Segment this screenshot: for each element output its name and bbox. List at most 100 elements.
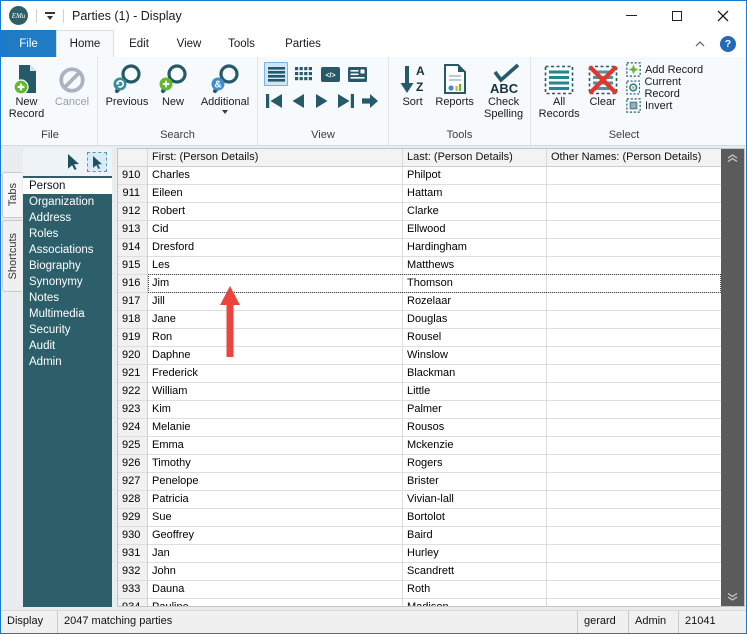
table-row[interactable]: 932JohnScandrett	[118, 563, 721, 581]
table-row[interactable]: 931JanHurley	[118, 545, 721, 563]
side-tab-tabs[interactable]: Tabs	[2, 172, 22, 218]
table-row[interactable]: 912RobertClarke	[118, 203, 721, 221]
search-previous-button[interactable]: Previous	[102, 59, 152, 108]
sidebar-toolbar	[23, 148, 112, 176]
select-mode-icon[interactable]	[87, 152, 107, 172]
clear-selection-button[interactable]: Clear	[583, 59, 622, 108]
tab-view[interactable]: View	[164, 30, 214, 57]
grid-view-toggle[interactable]	[291, 62, 315, 86]
all-records-button[interactable]: All Records	[535, 59, 583, 120]
table-row[interactable]: 925EmmaMckenzie	[118, 437, 721, 455]
tab-parties[interactable]: Parties	[269, 30, 337, 57]
vertical-scrollbar[interactable]	[721, 149, 744, 606]
new-record-button[interactable]: New Record	[3, 59, 50, 120]
table-row[interactable]: 916JimThomson	[118, 275, 721, 293]
sidebar-item-biography[interactable]: Biography	[23, 258, 112, 274]
reports-button[interactable]: Reports	[432, 59, 477, 108]
table-row[interactable]: 917JillRozelaar	[118, 293, 721, 311]
table-row[interactable]: 927PenelopeBrister	[118, 473, 721, 491]
header-first-name[interactable]: First: (Person Details)	[148, 149, 403, 167]
table-row[interactable]: 933DaunaRoth	[118, 581, 721, 599]
sidebar-item-person[interactable]: Person	[23, 178, 112, 194]
current-record-button[interactable]: Current Record	[626, 80, 717, 95]
list-view-icon	[268, 67, 285, 82]
table-row[interactable]: 920DaphneWinslow	[118, 347, 721, 365]
table-row[interactable]: 930GeoffreyBaird	[118, 527, 721, 545]
sidebar-item-roles[interactable]: Roles	[23, 226, 112, 242]
cancel-button[interactable]: Cancel	[50, 59, 94, 108]
table-row[interactable]: 924MelanieRousos	[118, 419, 721, 437]
collapse-ribbon-icon[interactable]	[694, 40, 706, 48]
sidebar-item-organization[interactable]: Organization	[23, 194, 112, 210]
tab-edit[interactable]: Edit	[114, 30, 164, 57]
sidebar-item-address[interactable]: Address	[23, 210, 112, 226]
last-name-cell: Baird	[403, 527, 547, 545]
cursor-arrow-icon[interactable]	[67, 154, 80, 170]
table-row[interactable]: 934PaulineMadison	[118, 599, 721, 606]
sidebar-item-audit[interactable]: Audit	[23, 338, 112, 354]
scroll-up-icon[interactable]	[727, 154, 738, 162]
first-name-cell: Pauline	[148, 599, 403, 606]
invert-selection-button[interactable]: Invert	[626, 98, 717, 113]
code-view-toggle[interactable]: </>	[318, 62, 342, 86]
next-record-button[interactable]	[312, 92, 332, 110]
header-row-number[interactable]	[118, 149, 148, 167]
table-row[interactable]: 918JaneDouglas	[118, 311, 721, 329]
check-spelling-button[interactable]: ABC Check Spelling	[477, 59, 530, 120]
row-number-cell: 916	[118, 275, 148, 293]
new-record-icon	[11, 63, 42, 95]
list-view-toggle[interactable]	[264, 62, 288, 86]
table-row[interactable]: 926TimothyRogers	[118, 455, 721, 473]
table-row[interactable]: 922WilliamLittle	[118, 383, 721, 401]
ribbon-group-select: All Records Clear Add Record	[531, 57, 717, 145]
emu-logo-icon[interactable]: EMu	[9, 6, 28, 25]
table-row[interactable]: 910CharlesPhilpot	[118, 167, 721, 185]
sidebar-item-notes[interactable]: Notes	[23, 290, 112, 306]
other-names-cell	[547, 473, 721, 491]
other-names-cell	[547, 239, 721, 257]
row-number-cell: 922	[118, 383, 148, 401]
table-row[interactable]: 923KimPalmer	[118, 401, 721, 419]
form-view-toggle[interactable]	[345, 62, 369, 86]
first-name-cell: William	[148, 383, 403, 401]
first-record-button[interactable]	[264, 92, 284, 110]
sort-button[interactable]: A Z Sort	[393, 59, 432, 108]
help-icon[interactable]: ?	[720, 36, 736, 52]
previous-record-button[interactable]	[288, 92, 308, 110]
table-row[interactable]: 913CidEllwood	[118, 221, 721, 239]
sidebar-item-admin[interactable]: Admin	[23, 354, 112, 370]
side-tab-shortcuts[interactable]: Shortcuts	[2, 220, 22, 292]
other-names-cell	[547, 419, 721, 437]
header-last-name[interactable]: Last: (Person Details)	[403, 149, 547, 167]
table-row[interactable]: 929SueBortolot	[118, 509, 721, 527]
maximize-button[interactable]	[654, 1, 700, 30]
minimize-button[interactable]	[608, 1, 654, 30]
table-row[interactable]: 911EileenHattam	[118, 185, 721, 203]
table-row[interactable]: 928PatriciaVivian-lall	[118, 491, 721, 509]
quick-access-dropdown-icon[interactable]	[45, 12, 55, 20]
tab-tools[interactable]: Tools	[214, 30, 269, 57]
table-row[interactable]: 915LesMatthews	[118, 257, 721, 275]
close-button[interactable]	[700, 1, 746, 30]
sidebar-item-associations[interactable]: Associations	[23, 242, 112, 258]
table-row[interactable]: 919RonRousel	[118, 329, 721, 347]
tab-file[interactable]: File	[1, 30, 56, 57]
group-label-file: File	[3, 129, 97, 145]
sidebar-item-security[interactable]: Security	[23, 322, 112, 338]
table-row[interactable]: 914DresfordHardingham	[118, 239, 721, 257]
add-record-label: Add Record	[645, 64, 703, 76]
table-row[interactable]: 921FrederickBlackman	[118, 365, 721, 383]
goto-record-icon	[361, 93, 379, 109]
current-record-label: Current Record	[644, 76, 717, 100]
search-new-button[interactable]: New	[152, 59, 194, 108]
sidebar-item-synonymy[interactable]: Synonymy	[23, 274, 112, 290]
row-number-cell: 914	[118, 239, 148, 257]
scroll-down-icon[interactable]	[727, 593, 738, 601]
search-additional-button[interactable]: & Additional	[194, 59, 256, 114]
last-record-button[interactable]	[336, 92, 356, 110]
header-other-names[interactable]: Other Names: (Person Details)	[547, 149, 721, 167]
row-number-cell: 933	[118, 581, 148, 599]
sidebar-item-multimedia[interactable]: Multimedia	[23, 306, 112, 322]
goto-record-button[interactable]	[360, 92, 380, 110]
tab-home[interactable]: Home	[56, 30, 114, 57]
